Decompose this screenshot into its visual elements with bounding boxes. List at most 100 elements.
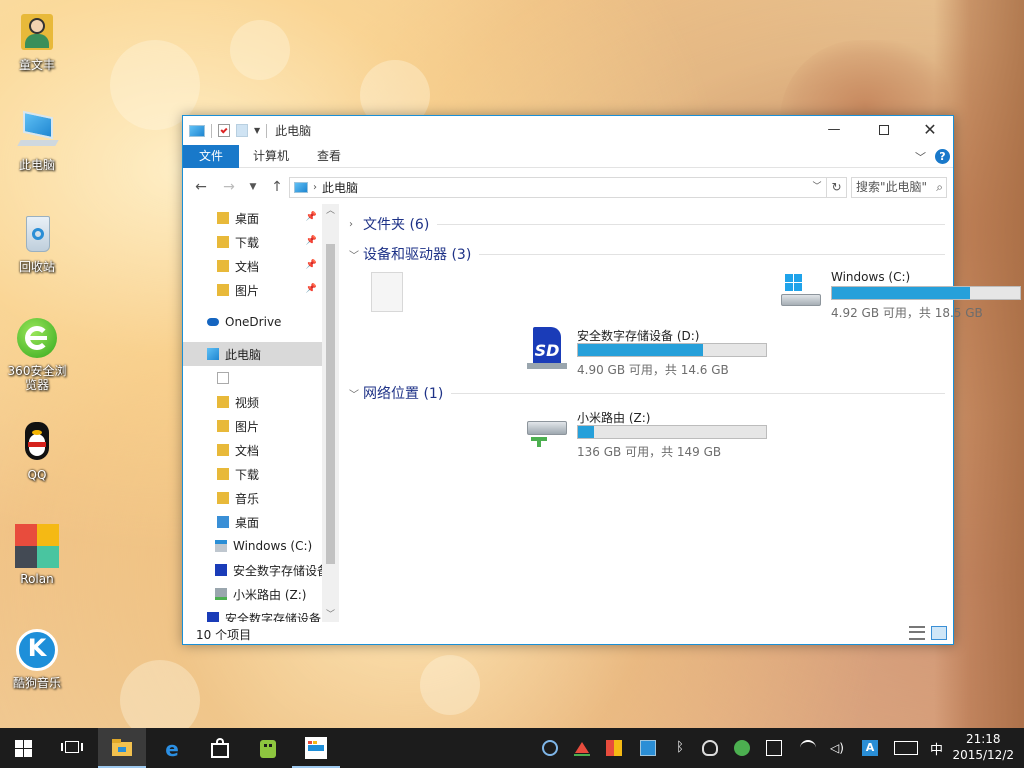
ribbon-expand-icon[interactable]: ﹀: [915, 149, 926, 165]
ime-indicator[interactable]: 中: [930, 739, 943, 758]
help-icon[interactable]: ?: [935, 149, 950, 164]
power-plug-icon[interactable]: [766, 740, 782, 756]
taskbar-app[interactable]: [292, 728, 340, 768]
tray-a-icon[interactable]: A: [862, 740, 878, 756]
details-view-icon[interactable]: [909, 626, 925, 640]
blank-file-item[interactable]: [371, 272, 403, 312]
recent-locations-icon[interactable]: ▼: [243, 177, 263, 197]
desktop-icon-qq[interactable]: QQ: [4, 420, 70, 482]
nav-item-drive-d[interactable]: 安全数字存储设备: [183, 558, 329, 582]
nav-item-music[interactable]: 音乐: [183, 486, 323, 510]
scrollbar-thumb[interactable]: [326, 244, 335, 564]
tab-view[interactable]: 查看: [303, 145, 355, 168]
desktop-icon-rolan[interactable]: Rolan: [4, 524, 70, 586]
maximize-button[interactable]: [861, 116, 907, 145]
bluetooth-icon[interactable]: ᛒ: [672, 740, 688, 756]
cloud-icon: [207, 318, 219, 326]
group-devices[interactable]: ﹀ 设备和驱动器 (3): [349, 244, 945, 264]
search-placeholder: 搜索"此电脑": [856, 180, 928, 194]
nav-item-downloads[interactable]: 下载 📌: [183, 230, 323, 254]
nav-item-desktop-2[interactable]: 桌面: [183, 510, 323, 534]
nav-item-this-pc[interactable]: 此电脑: [183, 342, 323, 366]
tray-security-icon[interactable]: [734, 740, 750, 756]
nav-scrollbar[interactable]: ︿ ﹀: [322, 204, 339, 622]
forward-arrow-icon[interactable]: →: [219, 177, 239, 197]
taskbar-edge[interactable]: e: [148, 728, 196, 768]
nav-item-pictures[interactable]: 图片 📌: [183, 278, 323, 302]
qq-tray-icon[interactable]: [702, 740, 718, 756]
group-folders[interactable]: › 文件夹 (6): [349, 214, 945, 234]
windows-drive-icon: [215, 540, 227, 552]
nav-item-downloads-2[interactable]: 下载: [183, 462, 323, 486]
drive-item-z[interactable]: 小米路由 (Z:) 136 GB 可用，共 149 GB: [525, 409, 785, 459]
taskbar-file-explorer[interactable]: [98, 728, 146, 768]
desktop-icon-recycle-bin[interactable]: 回收站: [4, 212, 70, 274]
desktop-icon-label: 此电脑: [18, 158, 55, 172]
pictures-folder-icon: [217, 284, 229, 296]
drive-free-space: 136 GB 可用，共 149 GB: [577, 445, 722, 459]
tray-network-app-icon[interactable]: [640, 740, 656, 756]
drive-name: 安全数字存储设备 (D:): [577, 329, 700, 343]
group-network[interactable]: ﹀ 网络位置 (1): [349, 383, 945, 403]
volume-icon[interactable]: ◁): [830, 740, 846, 756]
nav-item-desktop[interactable]: 桌面 📌: [183, 206, 323, 230]
taskbar-android[interactable]: [244, 728, 292, 768]
nav-item-drive-z[interactable]: 小米路由 (Z:): [183, 582, 323, 606]
address-dropdown-icon[interactable]: ﹀: [808, 178, 826, 197]
nav-item-videos[interactable]: 视频: [183, 390, 323, 414]
tray-360-icon[interactable]: [542, 740, 558, 756]
breadcrumb-item[interactable]: 此电脑: [322, 179, 358, 196]
drive-item-d[interactable]: SD 安全数字存储设备 (D:) 4.90 GB 可用，共 14.6 GB: [525, 327, 785, 377]
desktop-icon-label: 酷狗音乐: [12, 676, 61, 690]
nav-item-drive-c[interactable]: Windows (C:): [183, 534, 323, 558]
task-view-button[interactable]: [48, 728, 96, 768]
drive-usage-fill: [832, 287, 970, 299]
address-bar[interactable]: › 此电脑 ﹀: [289, 177, 827, 198]
windows-logo-icon: [13, 737, 35, 759]
title-bar[interactable]: ▼ 此电脑 — ✕: [183, 116, 953, 145]
keyboard-icon[interactable]: [894, 741, 918, 755]
desktop-icon-user[interactable]: 童文丰: [4, 10, 70, 72]
nav-label: 图片: [235, 419, 260, 434]
taskbar-clock[interactable]: 21:18 2015/12/2: [952, 731, 1014, 763]
nav-item-documents[interactable]: 文档 📌: [183, 254, 323, 278]
drive-item-c[interactable]: Windows (C:) 4.92 GB 可用，共 18.5 GB: [779, 270, 1024, 320]
drive-usage-fill: [578, 426, 595, 438]
nav-item-sd-device[interactable]: 安全数字存储设备: [183, 606, 323, 622]
new-folder-icon[interactable]: [236, 124, 248, 137]
desktop-icon-this-pc[interactable]: 此电脑: [4, 110, 70, 172]
nav-item-pictures-2[interactable]: 图片: [183, 414, 323, 438]
minimize-button[interactable]: —: [811, 116, 857, 145]
refresh-button[interactable]: ↻: [827, 177, 847, 198]
tab-file[interactable]: 文件: [183, 145, 240, 168]
desktop-icon-360-browser[interactable]: 360安全浏览器: [4, 316, 70, 392]
tab-computer[interactable]: 计算机: [239, 145, 303, 168]
start-button[interactable]: [0, 728, 48, 768]
tray-chart-icon[interactable]: [574, 740, 590, 756]
desktop-icon-kugou[interactable]: K 酷狗音乐: [4, 628, 70, 690]
nav-label: 桌面: [235, 211, 260, 226]
qq-penguin-icon: [15, 420, 59, 464]
folder-icon: [217, 212, 229, 224]
nav-item-blank[interactable]: [183, 366, 323, 390]
blank-file-icon: [217, 372, 229, 384]
scroll-up-icon[interactable]: ︿: [322, 204, 339, 218]
scroll-down-icon[interactable]: ﹀: [322, 608, 339, 622]
up-arrow-icon[interactable]: ↑: [267, 177, 287, 197]
large-icons-view-icon[interactable]: [931, 626, 947, 640]
desktop-icon-label: 360安全浏览器: [7, 364, 67, 392]
explorer-window[interactable]: ▼ 此电脑 — ✕ 文件 计算机 查看 ﹀ ? ← → ▼ ↑ › 此电脑 ﹀ …: [182, 115, 1021, 645]
close-button[interactable]: ✕: [907, 116, 953, 145]
nav-item-documents-2[interactable]: 文档: [183, 438, 323, 462]
back-arrow-icon[interactable]: ←: [191, 177, 211, 197]
search-input[interactable]: 搜索"此电脑" ⌕: [851, 177, 947, 198]
taskbar-store[interactable]: [196, 728, 244, 768]
clock-time: 21:18: [965, 732, 1001, 746]
windows-drive-icon: [779, 270, 823, 314]
chevron-down-icon[interactable]: ▼: [254, 126, 260, 135]
tray-tiles-icon[interactable]: [606, 740, 622, 756]
wifi-icon[interactable]: [800, 740, 816, 756]
properties-icon[interactable]: [218, 124, 230, 137]
navigation-pane: 桌面 📌 下载 📌 文档 📌 图片 📌 OneDrive 此电脑 视频 图片 文档: [183, 204, 338, 622]
nav-item-onedrive[interactable]: OneDrive: [183, 310, 323, 334]
